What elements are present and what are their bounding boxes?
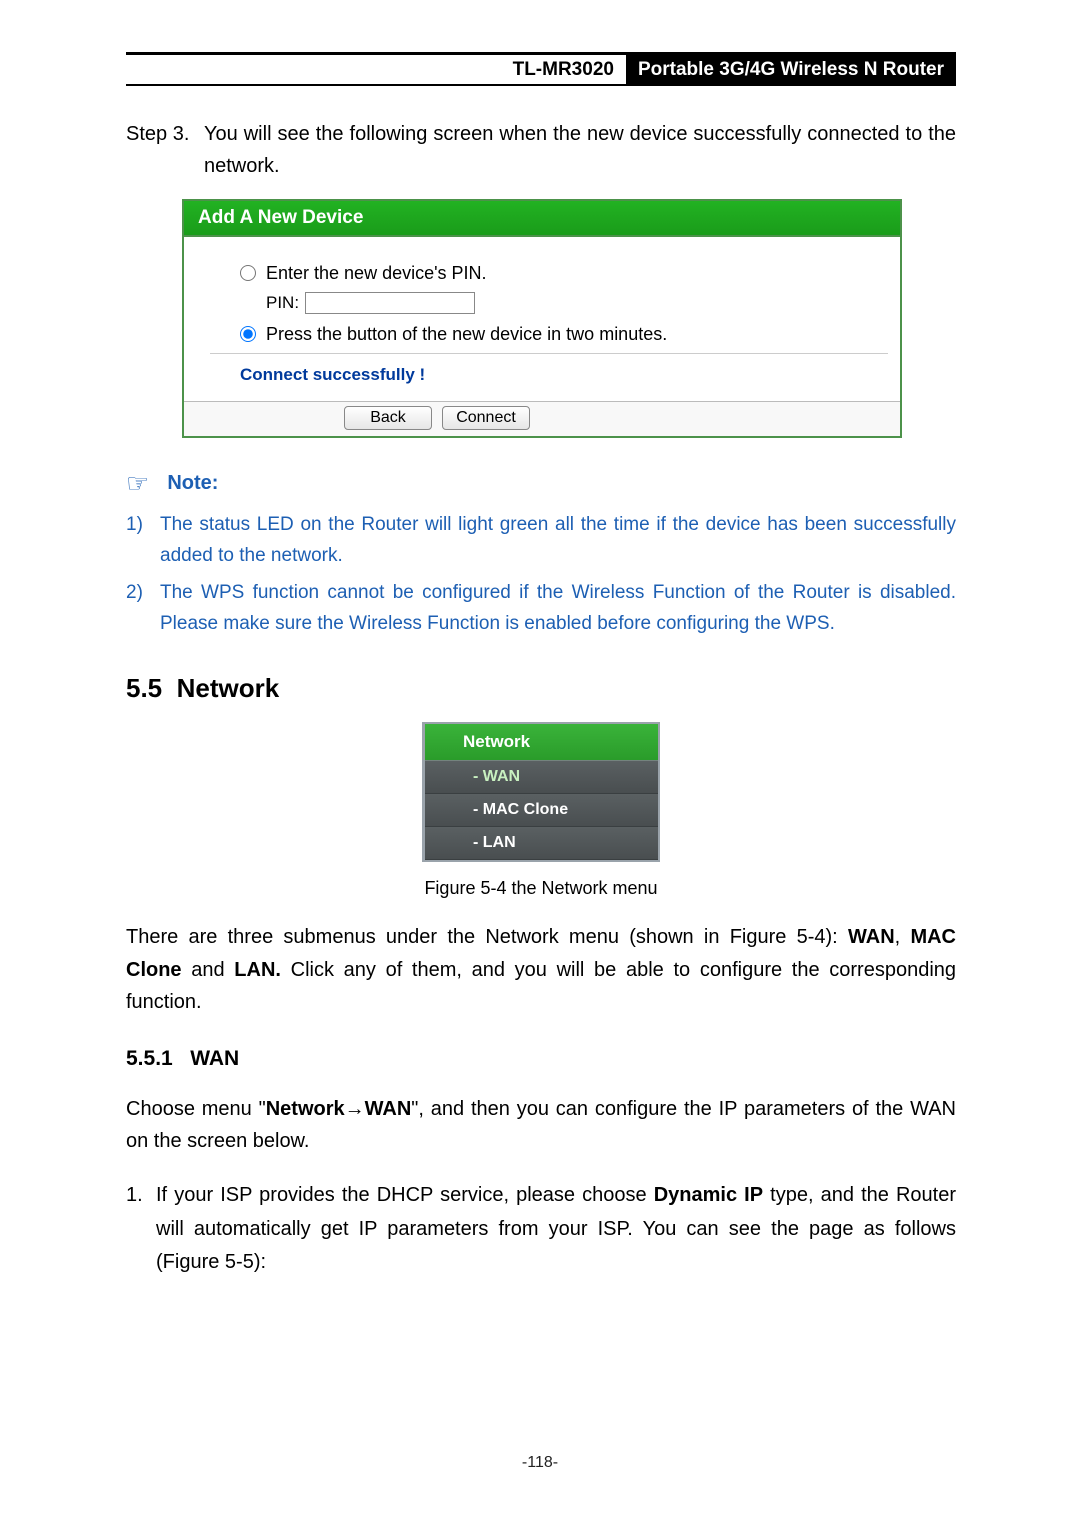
section-heading: 5.5 Network bbox=[126, 673, 956, 704]
step-text: You will see the following screen when t… bbox=[204, 118, 956, 183]
wan-list-item-1: 1. If your ISP provides the DHCP service… bbox=[126, 1179, 956, 1279]
pin-row: PIN: bbox=[266, 292, 886, 314]
subsection-heading: 5.5.1 WAN bbox=[126, 1047, 956, 1071]
menu-item-wan[interactable]: - WAN bbox=[425, 761, 658, 794]
subsection-title: WAN bbox=[190, 1047, 239, 1070]
note-item-2: 2) The WPS function cannot be configured… bbox=[126, 577, 956, 639]
figure-caption: Figure 5-4 the Network menu bbox=[126, 878, 956, 899]
radio-enter-pin[interactable] bbox=[240, 265, 256, 281]
panel-footer: Back Connect bbox=[184, 401, 900, 436]
status-row: Connect successfully ! bbox=[210, 353, 888, 391]
pin-input[interactable] bbox=[305, 292, 475, 314]
header-product: Portable 3G/4G Wireless N Router bbox=[626, 55, 956, 84]
option-enter-pin-label: Enter the new device's PIN. bbox=[266, 263, 487, 284]
network-menu-figure: Network - WAN - MAC Clone - LAN bbox=[422, 722, 660, 862]
page-number: -118- bbox=[0, 1454, 1080, 1472]
header-model: TL-MR3020 bbox=[501, 59, 626, 81]
radio-press-button[interactable] bbox=[240, 326, 256, 342]
menu-item-mac-clone[interactable]: - MAC Clone bbox=[425, 794, 658, 827]
list-text: If your ISP provides the DHCP service, p… bbox=[156, 1179, 956, 1279]
note-label: Note: bbox=[167, 472, 218, 495]
status-text: Connect successfully ! bbox=[240, 365, 425, 384]
connect-button[interactable]: Connect bbox=[442, 406, 530, 430]
option-enter-pin[interactable]: Enter the new device's PIN. bbox=[240, 263, 886, 284]
list-num: 1. bbox=[126, 1179, 156, 1279]
panel-title: Add A New Device bbox=[184, 201, 900, 237]
network-intro-paragraph: There are three submenus under the Netwo… bbox=[126, 921, 956, 1018]
section-title: Network bbox=[177, 673, 280, 703]
option-press-button[interactable]: Press the button of the new device in tw… bbox=[240, 324, 886, 345]
note-text-2: The WPS function cannot be configured if… bbox=[160, 577, 956, 639]
step-label: Step 3. bbox=[126, 118, 204, 183]
menu-item-lan[interactable]: - LAN bbox=[425, 827, 658, 860]
note-num-2: 2) bbox=[126, 577, 160, 639]
note-text-1: The status LED on the Router will light … bbox=[160, 509, 956, 571]
note-num-1: 1) bbox=[126, 509, 160, 571]
pin-label: PIN: bbox=[266, 293, 299, 313]
note-heading: ☞ Note: bbox=[126, 468, 956, 499]
back-button[interactable]: Back bbox=[344, 406, 432, 430]
subsection-num: 5.5.1 bbox=[126, 1047, 173, 1070]
note-list: 1) The status LED on the Router will lig… bbox=[126, 509, 956, 640]
doc-header: TL-MR3020 Portable 3G/4G Wireless N Rout… bbox=[126, 52, 956, 86]
note-item-1: 1) The status LED on the Router will lig… bbox=[126, 509, 956, 571]
step-3: Step 3. You will see the following scree… bbox=[126, 118, 956, 183]
section-num: 5.5 bbox=[126, 673, 162, 703]
wan-intro-paragraph: Choose menu "Network→WAN", and then you … bbox=[126, 1093, 956, 1158]
menu-head-network[interactable]: Network bbox=[425, 724, 658, 761]
add-device-panel: Add A New Device Enter the new device's … bbox=[182, 199, 902, 438]
pointer-icon: ☞ bbox=[126, 468, 149, 499]
option-press-button-label: Press the button of the new device in tw… bbox=[266, 324, 667, 345]
